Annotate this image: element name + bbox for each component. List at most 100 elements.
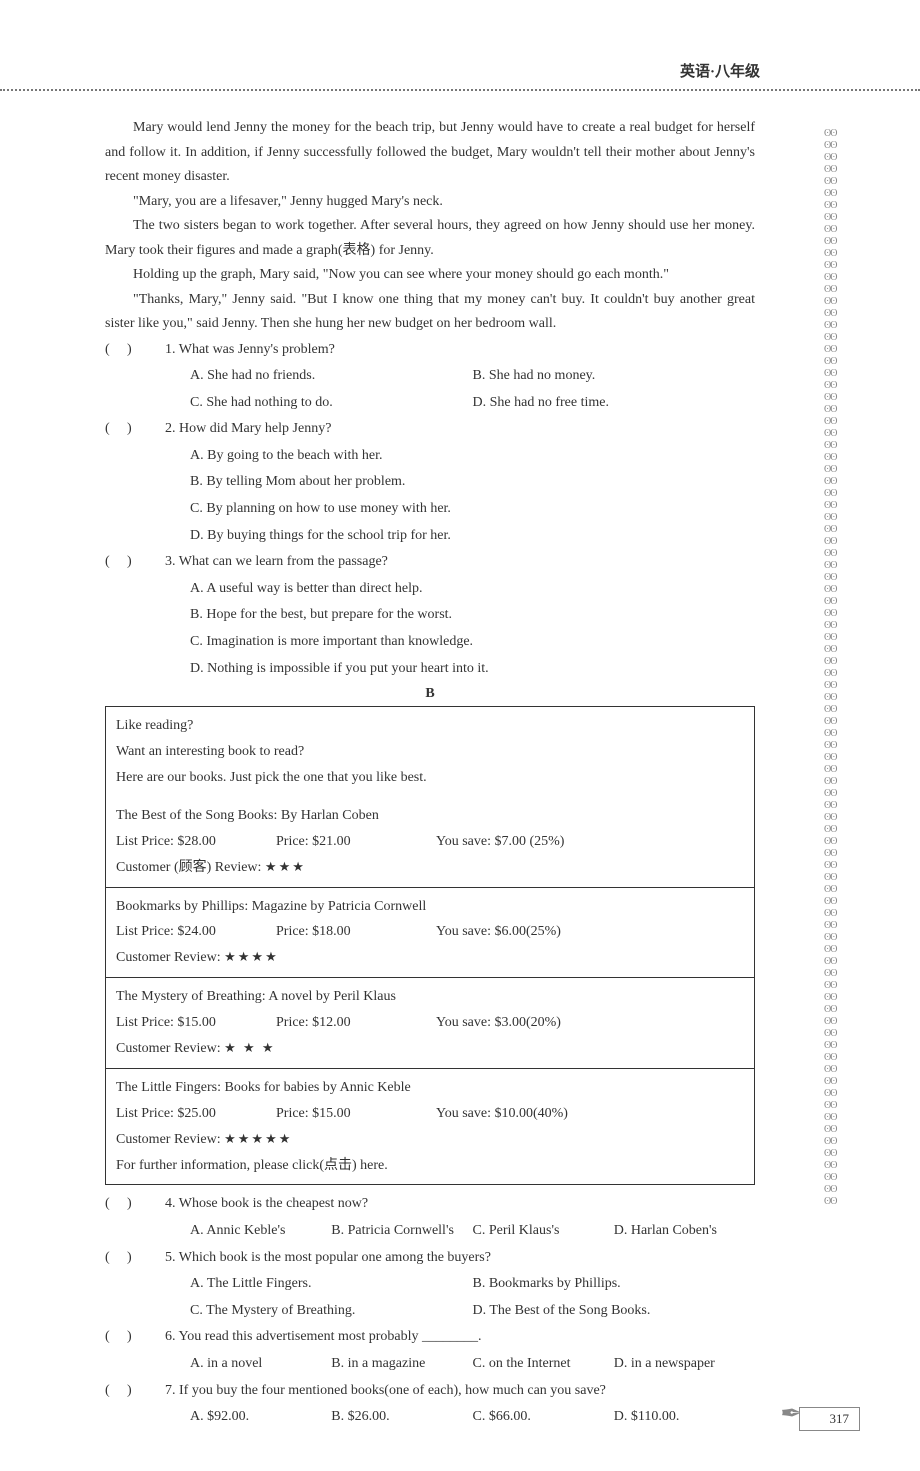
answer-option[interactable]: C. $66.00. [473, 1404, 614, 1431]
answer-option[interactable]: D. By buying things for the school trip … [190, 523, 755, 550]
option-row: A. A useful way is better than direct he… [105, 576, 755, 603]
book-entry: The Little Fingers: Books for babies by … [106, 1068, 754, 1185]
answer-paren[interactable]: ( [105, 1378, 127, 1405]
answer-option[interactable]: A. She had no friends. [190, 363, 473, 390]
review-label: Customer Review: [116, 1041, 224, 1056]
answer-option[interactable]: B. She had no money. [473, 363, 756, 390]
answer-option[interactable]: A. $92.00. [190, 1404, 331, 1431]
page-number: 317 [799, 1407, 861, 1431]
question-row: ()5. Which book is the most popular one … [105, 1245, 755, 1272]
star-rating-icon: ★★★★ [224, 949, 279, 964]
book-price-line: List Price: $24.00Price: $18.00You save:… [116, 919, 744, 945]
question-text: 4. Whose book is the cheapest now? [165, 1191, 755, 1218]
answer-option[interactable]: B. Bookmarks by Phillips. [473, 1271, 756, 1298]
answer-blank[interactable]: ) [127, 1245, 165, 1272]
answer-option[interactable]: B. By telling Mom about her problem. [190, 469, 755, 496]
star-rating-icon: ★ ★ ★ [224, 1040, 275, 1055]
answer-option[interactable]: D. Harlan Coben's [614, 1218, 755, 1245]
answer-blank[interactable]: ) [127, 1324, 165, 1351]
intro-line: Like reading? [116, 713, 744, 739]
answer-option[interactable]: C. Peril Klaus's [473, 1218, 614, 1245]
answer-option[interactable]: C. Imagination is more important than kn… [190, 629, 755, 656]
passage-paragraph: "Thanks, Mary," Jenny said. "But I know … [105, 288, 755, 337]
answer-option[interactable]: D. $110.00. [614, 1404, 755, 1431]
list-price: List Price: $24.00 [116, 919, 276, 945]
question-text: 6. You read this advertisement most prob… [165, 1324, 755, 1351]
answer-paren[interactable]: ( [105, 337, 127, 364]
answer-option[interactable]: C. The Mystery of Breathing. [190, 1298, 473, 1325]
answer-blank[interactable]: ) [127, 416, 165, 443]
review-label: Customer (顾客) Review: [116, 860, 265, 875]
book-entry: The Best of the Song Books: By Harlan Co… [106, 797, 754, 887]
price: Price: $12.00 [276, 1010, 436, 1036]
answer-blank[interactable]: ) [127, 337, 165, 364]
answer-option[interactable]: C. on the Internet [473, 1351, 614, 1378]
answer-option[interactable]: B. Hope for the best, but prepare for th… [190, 602, 755, 629]
answer-paren[interactable]: ( [105, 416, 127, 443]
question-row: ()3. What can we learn from the passage? [105, 549, 755, 576]
question-row: ()7. If you buy the four mentioned books… [105, 1378, 755, 1405]
answer-paren[interactable]: ( [105, 1324, 127, 1351]
option-row: D. Nothing is impossible if you put your… [105, 656, 755, 683]
option-row: C. Imagination is more important than kn… [105, 629, 755, 656]
answer-option[interactable]: D. in a newspaper [614, 1351, 755, 1378]
answer-option[interactable]: D. The Best of the Song Books. [473, 1298, 756, 1325]
book-entry: The Mystery of Breathing: A novel by Per… [106, 977, 754, 1068]
answer-option[interactable]: C. She had nothing to do. [190, 390, 473, 417]
option-row: B. Hope for the best, but prepare for th… [105, 602, 755, 629]
question-text: 5. Which book is the most popular one am… [165, 1245, 755, 1272]
review-label: Customer Review: [116, 1132, 224, 1147]
answer-paren[interactable]: ( [105, 549, 127, 576]
answer-paren[interactable]: ( [105, 1245, 127, 1272]
answer-option[interactable]: B. Patricia Cornwell's [331, 1218, 472, 1245]
star-rating-icon: ★★★★★ [224, 1131, 292, 1146]
answer-option[interactable]: A. The Little Fingers. [190, 1271, 473, 1298]
review-line: Customer (顾客) Review: ★★★ [116, 855, 744, 881]
intro-line: Want an interesting book to read? [116, 739, 744, 765]
option-row: B. By telling Mom about her problem. [105, 469, 755, 496]
review-label: Customer Review: [116, 950, 224, 965]
answer-option[interactable]: B. in a magazine [331, 1351, 472, 1378]
answer-option[interactable]: A. in a novel [190, 1351, 331, 1378]
answer-option[interactable]: D. Nothing is impossible if you put your… [190, 656, 755, 683]
you-save: You save: $6.00(25%) [436, 919, 561, 945]
option-row: A. $92.00.B. $26.00.C. $66.00.D. $110.00… [105, 1404, 755, 1431]
option-row: A. By going to the beach with her. [105, 443, 755, 470]
answer-option[interactable]: A. By going to the beach with her. [190, 443, 755, 470]
price: Price: $18.00 [276, 919, 436, 945]
you-save: You save: $7.00 (25%) [436, 829, 564, 855]
question-text: 1. What was Jenny's problem? [165, 337, 755, 364]
passage-paragraph: Holding up the graph, Mary said, "Now yo… [105, 263, 755, 288]
book-title: The Best of the Song Books: By Harlan Co… [116, 803, 744, 829]
book-title: The Little Fingers: Books for babies by … [116, 1075, 744, 1101]
option-row: C. The Mystery of Breathing.D. The Best … [105, 1298, 755, 1325]
book-price-line: List Price: $25.00Price: $15.00You save:… [116, 1101, 744, 1127]
answer-blank[interactable]: ) [127, 549, 165, 576]
question-text: 3. What can we learn from the passage? [165, 549, 755, 576]
answer-option[interactable]: D. She had no free time. [473, 390, 756, 417]
answer-option[interactable]: B. $26.00. [331, 1404, 472, 1431]
answer-option[interactable]: C. By planning on how to use money with … [190, 496, 755, 523]
review-line: Customer Review: ★ ★ ★ [116, 1036, 744, 1062]
book-price-line: List Price: $28.00Price: $21.00You save:… [116, 829, 744, 855]
answer-option[interactable]: A. A useful way is better than direct he… [190, 576, 755, 603]
question-text: 7. If you buy the four mentioned books(o… [165, 1378, 755, 1405]
option-row: A. She had no friends.B. She had no mone… [105, 363, 755, 390]
price: Price: $21.00 [276, 829, 436, 855]
answer-option[interactable]: A. Annic Keble's [190, 1218, 331, 1245]
question-row: ()2. How did Mary help Jenny? [105, 416, 755, 443]
passage-paragraph: Mary would lend Jenny the money for the … [105, 116, 755, 190]
books-table: Like reading? Want an interesting book t… [105, 706, 755, 1185]
price: Price: $15.00 [276, 1101, 436, 1127]
answer-blank[interactable]: ) [127, 1378, 165, 1405]
answer-paren[interactable]: ( [105, 1191, 127, 1218]
list-price: List Price: $15.00 [116, 1010, 276, 1036]
book-title: The Mystery of Breathing: A novel by Per… [116, 984, 744, 1010]
passage-paragraph: The two sisters began to work together. … [105, 214, 755, 263]
question-row: ()4. Whose book is the cheapest now? [105, 1191, 755, 1218]
review-line: Customer Review: ★★★★ [116, 945, 744, 971]
answer-blank[interactable]: ) [127, 1191, 165, 1218]
you-save: You save: $3.00(20%) [436, 1010, 561, 1036]
question-text: 2. How did Mary help Jenny? [165, 416, 755, 443]
more-info-link[interactable]: For further information, please click(点击… [116, 1153, 744, 1179]
